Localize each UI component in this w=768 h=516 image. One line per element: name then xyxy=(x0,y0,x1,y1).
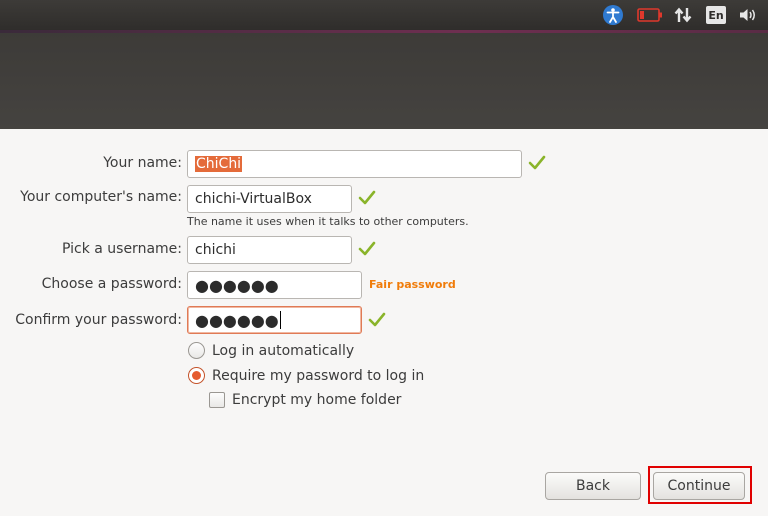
text-cursor xyxy=(279,311,281,329)
confirm-password-valid-check-icon xyxy=(368,312,386,327)
require-password-radio[interactable] xyxy=(188,367,205,384)
encrypt-home-option[interactable]: Encrypt my home folder xyxy=(209,392,401,408)
your-name-valid-check-icon xyxy=(528,155,546,170)
auto-login-option[interactable]: Log in automatically xyxy=(188,342,354,359)
username-label: Pick a username: xyxy=(61,241,182,257)
accessibility-icon[interactable] xyxy=(602,4,624,26)
computer-name-label: Your computer's name: xyxy=(20,189,182,205)
require-password-label: Require my password to log in xyxy=(212,367,425,384)
battery-icon[interactable] xyxy=(636,4,664,26)
network-icon[interactable] xyxy=(672,4,694,26)
top-panel: En xyxy=(0,0,768,30)
password-input[interactable]: ●●●●●● xyxy=(187,271,362,299)
auto-login-label: Log in automatically xyxy=(212,342,355,359)
encrypt-home-checkbox[interactable] xyxy=(209,392,225,408)
require-password-option[interactable]: Require my password to log in xyxy=(188,367,424,384)
back-button[interactable]: Back xyxy=(545,472,641,500)
username-valid-check-icon xyxy=(358,241,376,256)
confirm-password-label: Confirm your password: xyxy=(15,312,182,328)
computer-name-input[interactable]: chichi-VirtualBox xyxy=(187,185,352,213)
password-value: ●●●●●● xyxy=(195,275,279,295)
installer-header xyxy=(0,33,768,129)
confirm-password-value: ●●●●●● xyxy=(195,310,279,330)
password-strength: Fair password xyxy=(369,278,456,291)
keyboard-layout-label: En xyxy=(706,6,726,24)
auto-login-radio[interactable] xyxy=(188,342,205,359)
password-label: Choose a password: xyxy=(41,276,182,292)
your-name-input[interactable]: ChiChi xyxy=(187,150,522,178)
computer-name-valid-check-icon xyxy=(358,190,376,205)
username-input[interactable]: chichi xyxy=(187,236,352,264)
username-value: chichi xyxy=(195,242,236,258)
computer-name-hint: The name it uses when it talks to other … xyxy=(187,215,469,228)
computer-name-value: chichi-VirtualBox xyxy=(195,191,312,207)
continue-highlight-box xyxy=(648,466,752,504)
volume-icon[interactable] xyxy=(737,4,759,26)
your-name-label: Your name: xyxy=(103,155,182,171)
confirm-password-input[interactable]: ●●●●●● xyxy=(187,306,362,334)
keyboard-layout-indicator[interactable]: En xyxy=(705,4,727,26)
your-name-value: ChiChi xyxy=(195,156,243,172)
encrypt-home-label: Encrypt my home folder xyxy=(232,392,402,408)
